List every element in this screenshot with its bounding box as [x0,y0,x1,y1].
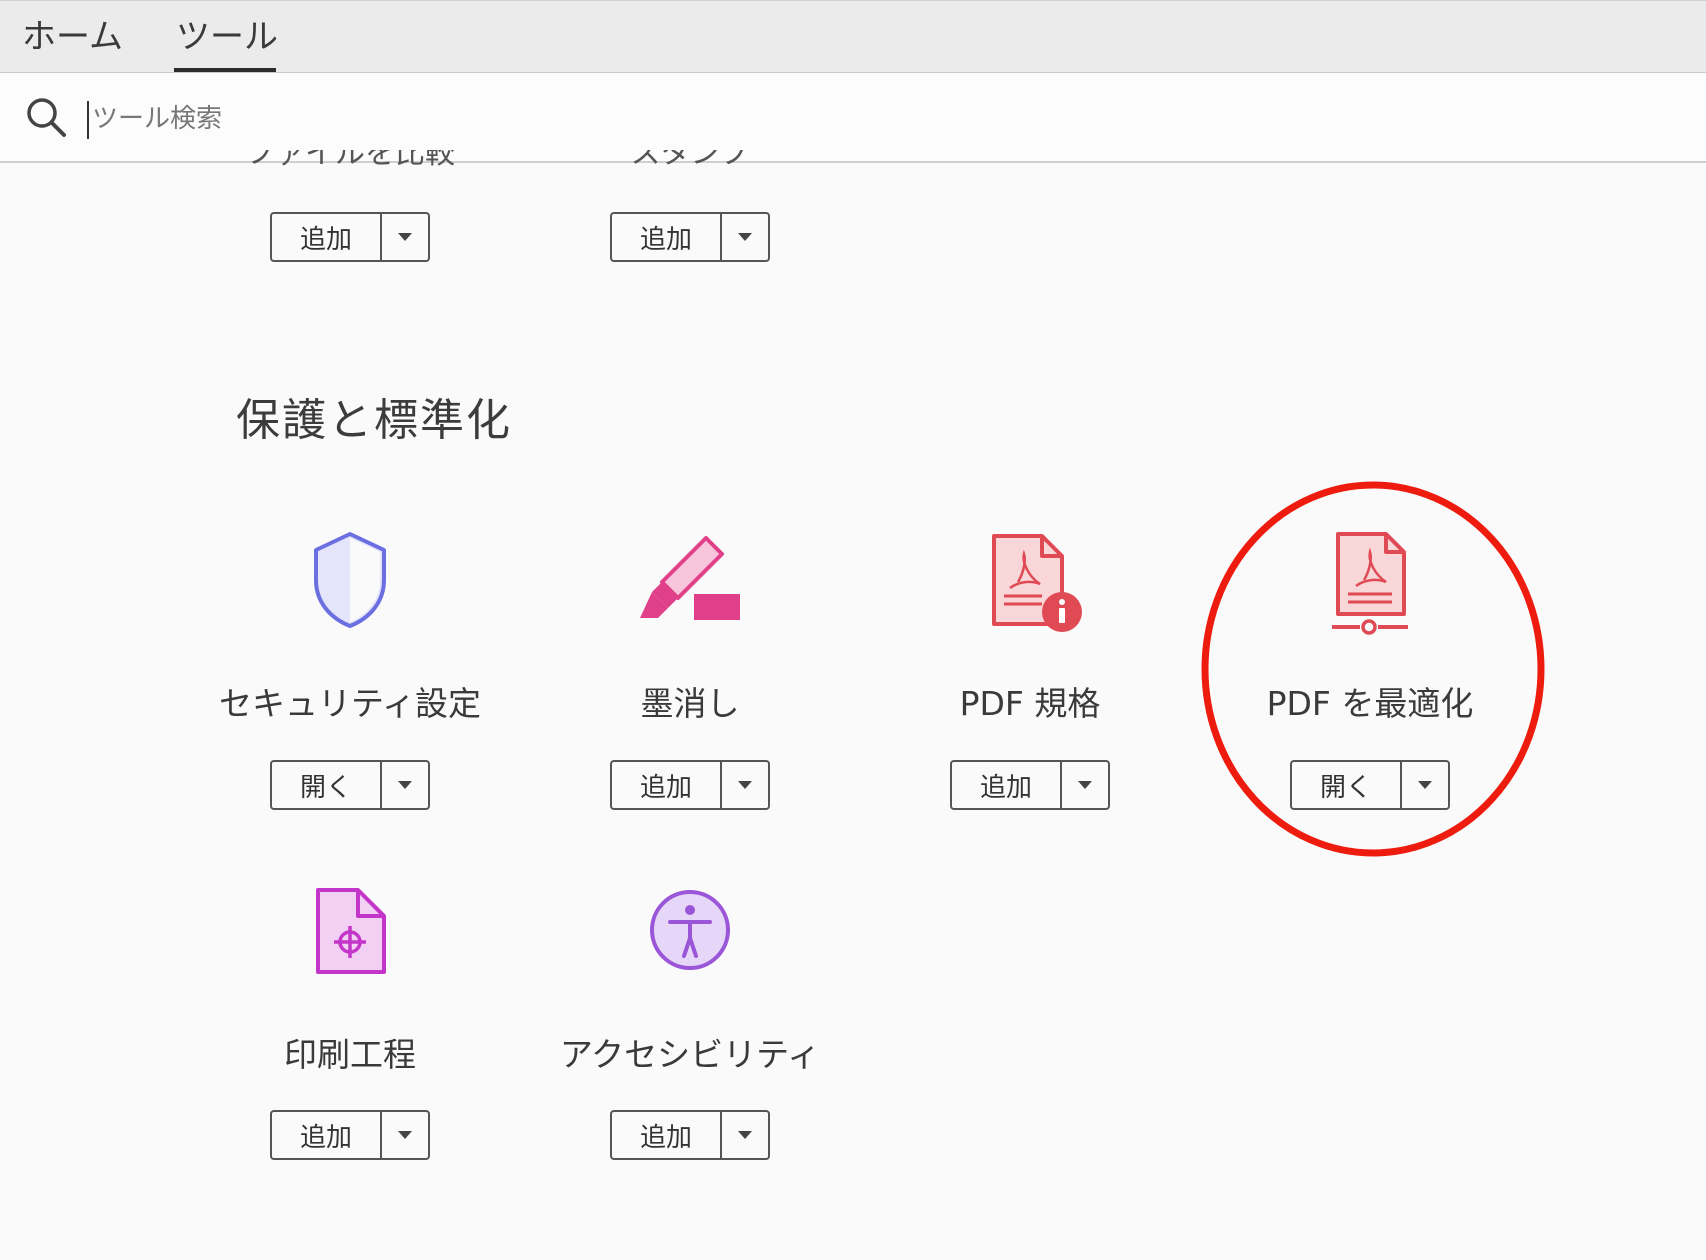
chevron-down-icon [738,780,752,789]
print-production-icon[interactable] [314,886,390,976]
section-title: 保護と標準化 [236,395,512,446]
add-button-label[interactable]: 追加 [272,214,382,260]
accessibility-icon[interactable] [648,888,732,972]
redact-marker-icon[interactable] [638,534,742,624]
dropdown-arrow[interactable] [382,1112,428,1158]
shield-icon[interactable] [310,530,390,630]
add-button-label[interactable]: 追加 [612,214,722,260]
chevron-down-icon [398,232,412,241]
open-button[interactable]: 開く [270,760,430,810]
dropdown-arrow[interactable] [722,1112,768,1158]
active-tab-indicator [174,68,276,72]
add-button[interactable]: 追加 [610,1110,770,1160]
chevron-down-icon [1078,780,1092,789]
tool-label[interactable]: セキュリティ設定 [180,677,520,725]
add-button[interactable]: 追加 [950,760,1110,810]
add-button[interactable]: 追加 [270,212,430,262]
add-button[interactable]: 追加 [270,1110,430,1160]
open-button-label[interactable]: 開く [272,762,382,808]
dropdown-arrow[interactable] [722,214,768,260]
add-button[interactable]: 追加 [610,760,770,810]
highlight-circle-annotation [1201,481,1545,857]
add-button[interactable]: 追加 [610,212,770,262]
tab-tools[interactable]: ツール [176,15,278,59]
pdf-standards-icon[interactable] [990,532,1086,636]
tab-bar: ホーム ツール [0,0,1706,73]
clipped-tool-label: ファイルを比較 [230,150,470,166]
add-button-label[interactable]: 追加 [612,1112,722,1158]
chevron-down-icon [398,780,412,789]
tool-label[interactable]: 印刷工程 [180,1028,520,1076]
chevron-down-icon [738,1130,752,1139]
tab-home[interactable]: ホーム [22,15,123,59]
add-button-label[interactable]: 追加 [272,1112,382,1158]
dropdown-arrow[interactable] [722,762,768,808]
text-cursor [87,101,89,139]
chevron-down-icon [738,232,752,241]
clipped-tool-label: スタンプ [620,150,760,166]
dropdown-arrow[interactable] [382,762,428,808]
tool-label[interactable]: PDF 規格 [860,677,1200,725]
tool-label[interactable]: 墨消し [520,677,860,725]
dropdown-arrow[interactable] [382,214,428,260]
search-icon [27,98,66,137]
tool-label[interactable]: アクセシビリティ [520,1028,860,1076]
add-button-label[interactable]: 追加 [612,762,722,808]
dropdown-arrow[interactable] [1062,762,1108,808]
search-input[interactable] [92,97,592,141]
add-button-label[interactable]: 追加 [952,762,1062,808]
chevron-down-icon [398,1130,412,1139]
